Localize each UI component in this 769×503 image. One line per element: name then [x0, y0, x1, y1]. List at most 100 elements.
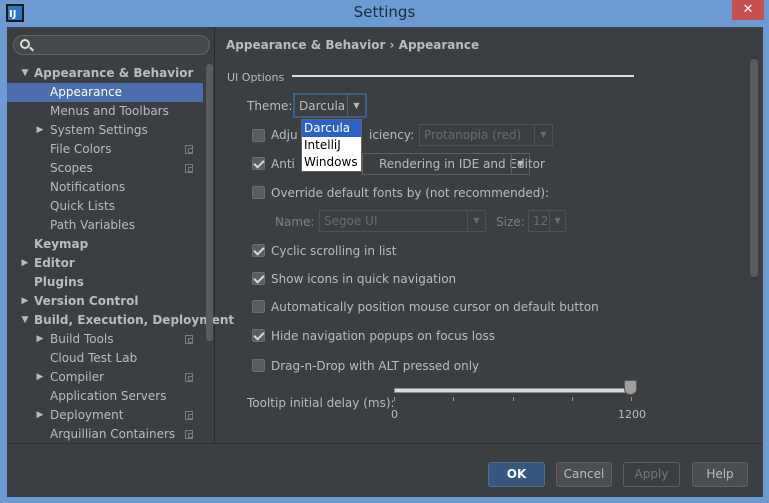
- sidebar-item-label: Build Tools: [50, 332, 114, 346]
- theme-option-windows[interactable]: Windows: [302, 154, 361, 171]
- sidebar-item-label: Version Control: [34, 294, 139, 308]
- theme-dropdown-list: Darcula IntelliJ Windows: [301, 119, 362, 172]
- sidebar-item-label: Application Servers: [50, 389, 167, 403]
- sidebar-item-appearance-behavior[interactable]: ▼ Appearance & Behavior: [7, 64, 203, 83]
- sidebar-item-build-execution-deployment[interactable]: ▼ Build, Execution, Deployment: [7, 311, 235, 330]
- sidebar-item-label: Editor: [34, 256, 75, 270]
- close-icon: ✕: [742, 2, 754, 17]
- collapsed-arrow-icon[interactable]: ▶: [20, 254, 30, 273]
- font-size-value: 12: [533, 214, 549, 228]
- sidebar-item-label: Menus and Toolbars: [50, 104, 169, 118]
- sidebar-item-deployment[interactable]: ▶ Deployment: [7, 406, 203, 425]
- chevron-down-icon[interactable]: ▼: [534, 125, 552, 145]
- antialiasing-label: Anti: [271, 157, 295, 171]
- sidebar-item-label: Deployment: [50, 408, 124, 422]
- chevron-down-icon[interactable]: ▼: [511, 154, 529, 174]
- sidebar-item-cloud-test-lab[interactable]: Cloud Test Lab: [7, 349, 203, 368]
- help-button[interactable]: Help: [692, 462, 748, 487]
- search-input[interactable]: [13, 35, 210, 55]
- search-icon: [20, 39, 30, 49]
- chevron-down-icon[interactable]: ▼: [347, 95, 365, 116]
- slider-tick: [453, 397, 454, 401]
- expanded-arrow-icon[interactable]: ▼: [20, 311, 30, 330]
- settings-content: Appearance & Behavior › Appearance UI Op…: [216, 27, 763, 443]
- override-fonts-checkbox[interactable]: [252, 186, 265, 199]
- sidebar-item-notifications[interactable]: Notifications: [7, 178, 203, 197]
- show-icons-checkbox[interactable]: [252, 272, 265, 285]
- sidebar-item-build-tools[interactable]: ▶ Build Tools: [7, 330, 203, 349]
- title-bar: IJ Settings ✕: [0, 0, 769, 27]
- settings-window: ▼ Appearance & Behavior Appearance Menus…: [7, 27, 763, 497]
- tooltip-delay-label: Tooltip initial delay (ms):: [247, 396, 395, 410]
- cancel-button[interactable]: Cancel: [556, 462, 612, 487]
- sidebar-item-scopes[interactable]: Scopes: [7, 159, 203, 178]
- sidebar-item-label: File Colors: [50, 142, 112, 156]
- cyclic-scrolling-checkbox[interactable]: [252, 244, 265, 257]
- hide-popups-checkbox[interactable]: [252, 329, 265, 342]
- sidebar-scrollbar[interactable]: [206, 64, 213, 341]
- show-icons-label: Show icons in quick navigation: [271, 272, 457, 286]
- antialiasing-combo[interactable]: Rendering in IDE and Editor ▼: [362, 153, 545, 175]
- collapsed-arrow-icon[interactable]: ▶: [20, 292, 30, 311]
- sidebar-item-keymap[interactable]: Keymap: [7, 235, 203, 254]
- collapsed-arrow-icon[interactable]: ▶: [35, 330, 45, 349]
- dnd-alt-checkbox[interactable]: [252, 359, 265, 372]
- sidebar-item-compiler[interactable]: ▶ Compiler: [7, 368, 203, 387]
- collapsed-arrow-icon[interactable]: ▶: [35, 121, 45, 140]
- theme-option-darcula[interactable]: Darcula: [302, 120, 361, 137]
- window-title: Settings: [353, 3, 416, 21]
- sidebar-item-system-settings[interactable]: ▶ System Settings: [7, 121, 203, 140]
- tooltip-max-label: 1200: [618, 408, 646, 421]
- sidebar-item-appearance[interactable]: Appearance: [7, 83, 203, 102]
- tooltip-delay-track[interactable]: [394, 388, 632, 393]
- sidebar-item-label: Appearance & Behavior: [34, 66, 194, 80]
- theme-combo[interactable]: Darcula ▼: [293, 93, 367, 118]
- content-scrollbar[interactable]: [750, 59, 758, 277]
- auto-cursor-checkbox[interactable]: [252, 300, 265, 313]
- sidebar-item-label: Notifications: [50, 180, 126, 194]
- sidebar-item-file-colors[interactable]: File Colors: [7, 140, 203, 159]
- override-fonts-label: Override default fonts by (not recommend…: [271, 186, 550, 200]
- sidebar-item-label: Build, Execution, Deployment: [34, 313, 235, 327]
- font-size-combo[interactable]: 12 ▼: [528, 210, 566, 232]
- breadcrumb: Appearance & Behavior › Appearance: [226, 38, 480, 52]
- collapsed-arrow-icon[interactable]: ▶: [35, 368, 45, 387]
- project-scope-icon: [185, 145, 193, 154]
- chevron-down-icon[interactable]: ▼: [549, 211, 565, 231]
- antialiasing-checkbox[interactable]: [252, 157, 265, 170]
- tooltip-delay-thumb[interactable]: [624, 380, 637, 395]
- sidebar-item-editor[interactable]: ▶ Editor: [7, 254, 203, 273]
- close-button[interactable]: ✕: [732, 0, 764, 20]
- collapsed-arrow-icon[interactable]: ▶: [35, 406, 45, 425]
- sidebar-item-path-variables[interactable]: Path Variables: [7, 216, 203, 235]
- sidebar-item-label: Keymap: [34, 237, 89, 251]
- project-scope-icon: [185, 335, 193, 344]
- project-scope-icon: [185, 164, 193, 173]
- deficiency-combo[interactable]: Protanopia (red) ▼: [419, 124, 553, 146]
- slider-tick: [631, 397, 632, 401]
- slider-tick: [513, 397, 514, 401]
- project-scope-icon: [185, 430, 193, 439]
- adjust-colors-checkbox[interactable]: [252, 129, 265, 142]
- sidebar-item-application-servers[interactable]: Application Servers: [7, 387, 203, 406]
- sidebar: ▼ Appearance & Behavior Appearance Menus…: [7, 27, 235, 444]
- apply-button[interactable]: Apply: [623, 462, 680, 487]
- hide-popups-label: Hide navigation popups on focus loss: [271, 329, 495, 343]
- sidebar-item-quick-lists[interactable]: Quick Lists: [7, 197, 203, 216]
- auto-cursor-label: Automatically position mouse cursor on d…: [271, 300, 599, 314]
- font-size-label: Size:: [496, 215, 525, 229]
- sidebar-item-arquillian-containers[interactable]: Arquillian Containers: [7, 425, 203, 444]
- sidebar-item-menus-toolbars[interactable]: Menus and Toolbars: [7, 102, 203, 121]
- theme-option-intellij[interactable]: IntelliJ: [302, 137, 361, 154]
- theme-label: Theme:: [247, 99, 293, 113]
- adjust-colors-label: Adju: [271, 128, 298, 142]
- sidebar-item-version-control[interactable]: ▶ Version Control: [7, 292, 203, 311]
- sidebar-item-label: Compiler: [50, 370, 105, 384]
- expanded-arrow-icon[interactable]: ▼: [20, 64, 30, 83]
- sidebar-item-label: Cloud Test Lab: [50, 351, 138, 365]
- deficiency-value: Protanopia (red): [424, 128, 522, 142]
- ok-button[interactable]: OK: [488, 462, 545, 487]
- sidebar-item-plugins[interactable]: Plugins: [7, 273, 203, 292]
- chevron-down-icon[interactable]: ▼: [467, 211, 485, 231]
- font-name-combo[interactable]: Segoe UI ▼: [319, 210, 486, 232]
